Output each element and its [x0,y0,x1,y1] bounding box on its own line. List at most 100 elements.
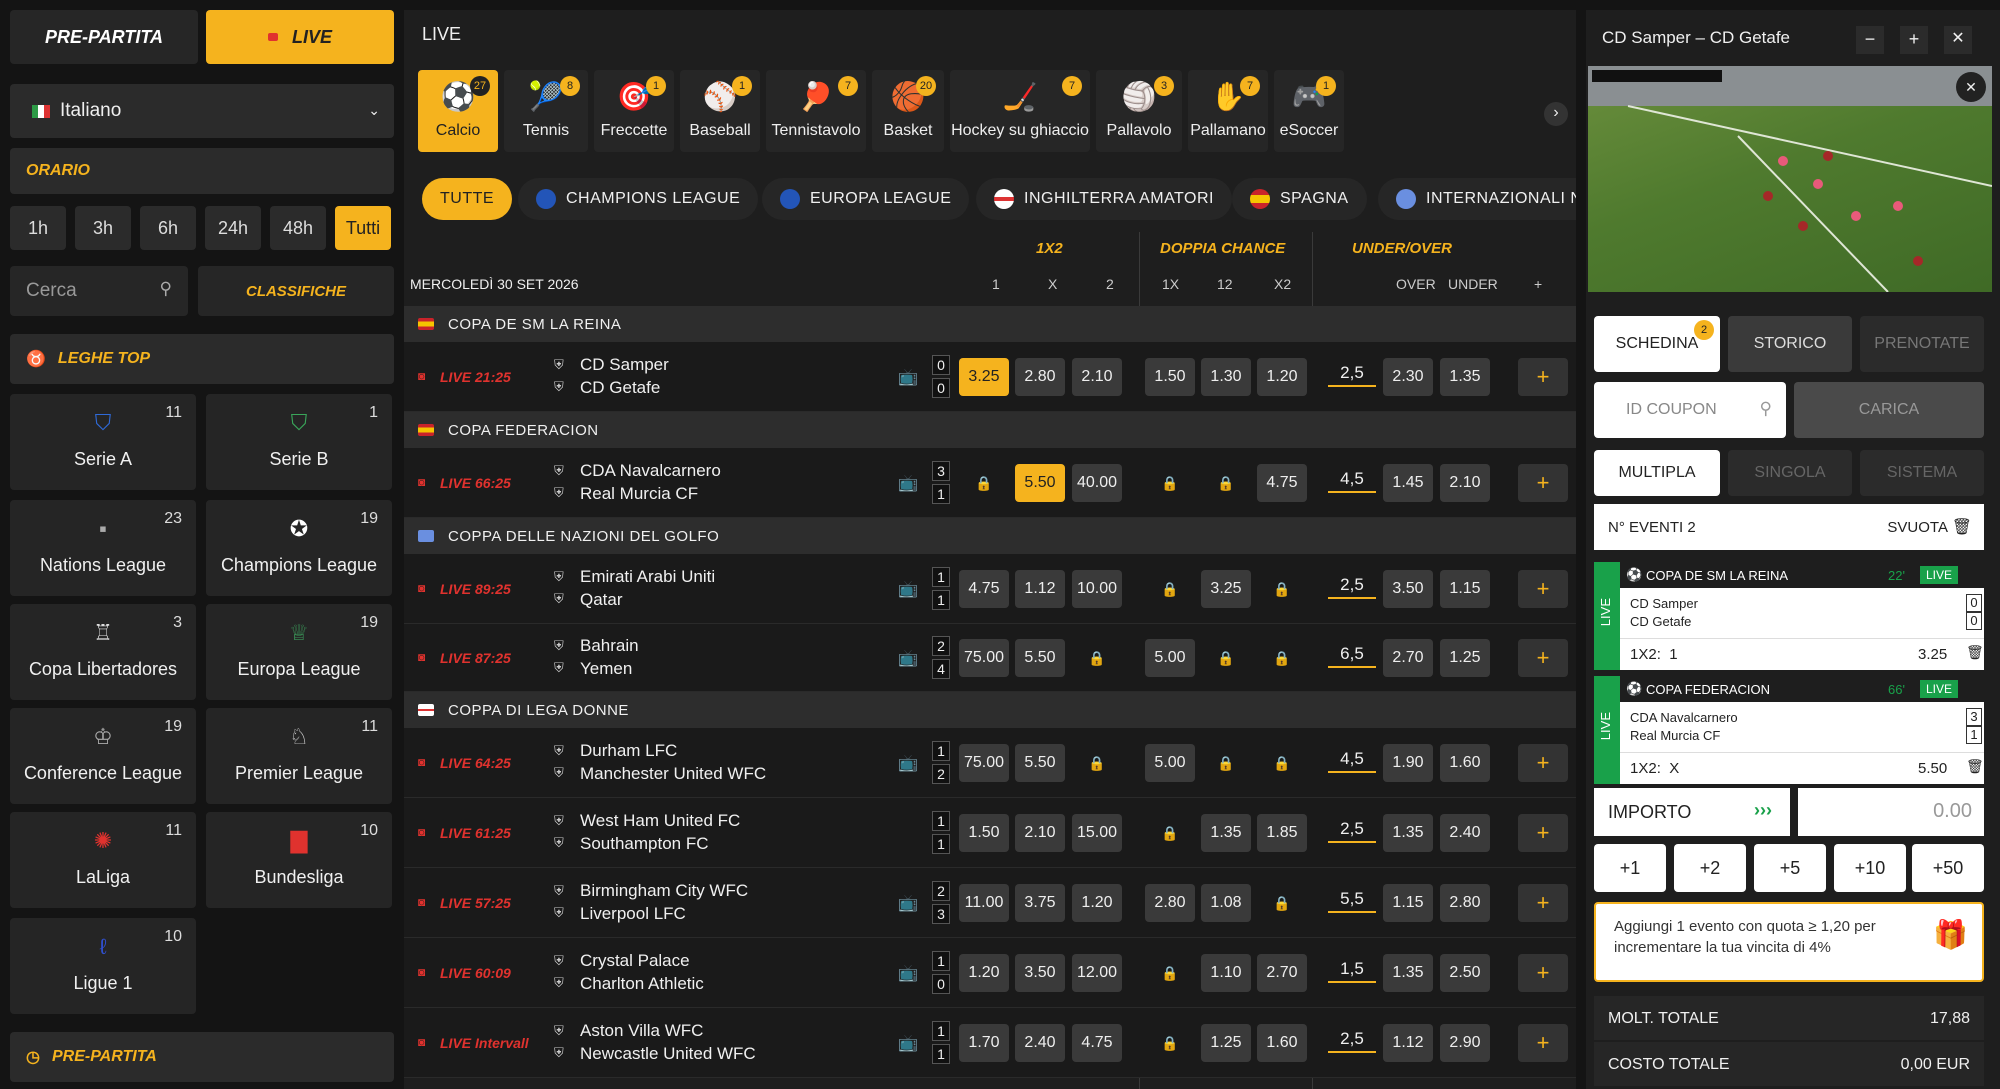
sport-tab-tennistavolo[interactable]: 🏓 Tennistavolo 7 [766,70,866,152]
odd-under[interactable]: 1.35 [1440,358,1490,396]
uo-line-select[interactable]: 2,5 [1328,363,1376,387]
live-tab[interactable]: LIVE [206,10,394,64]
odd-ox[interactable]: 2.40 [1015,1024,1065,1062]
more-markets-button[interactable]: + [1518,954,1568,992]
odd-d12[interactable]: 3.25 [1201,570,1251,608]
league-serie-a[interactable]: ⛉ Serie A 11 [10,394,196,490]
mode-singola[interactable]: SINGOLA [1728,450,1852,496]
odd-over[interactable]: 2.70 [1383,639,1433,677]
odd-d12[interactable]: 1.25 [1201,1024,1251,1062]
sport-tab-pallavolo[interactable]: 🏐 Pallavolo 3 [1096,70,1182,152]
quick-add-10[interactable]: +10 [1834,844,1906,892]
prematch-tab[interactable]: PRE-PARTITA [10,10,198,64]
odd-o1[interactable]: 11.00 [959,884,1009,922]
odd-d1x[interactable]: 5.00 [1145,639,1195,677]
league-bundesliga[interactable]: ▇ Bundesliga 10 [206,812,392,908]
time-filter-3h[interactable]: 3h [75,206,131,250]
tab-prenotate[interactable]: PRENOTATE [1860,316,1984,372]
more-markets-button[interactable]: + [1518,570,1568,608]
odd-under[interactable]: 2.10 [1440,464,1490,502]
odd-d12[interactable]: 1.10 [1201,954,1251,992]
filter-champions-league[interactable]: CHAMPIONS LEAGUE [518,178,759,220]
odd-o2[interactable]: 15.00 [1072,814,1122,852]
odd-under[interactable]: 1.60 [1440,744,1490,782]
odd-d12[interactable]: 1.30 [1201,358,1251,396]
odd-over[interactable]: 1.15 [1383,884,1433,922]
odd-o2[interactable]: 2.10 [1072,358,1122,396]
odd-o1[interactable]: 1.70 [959,1024,1009,1062]
svuota-button[interactable]: SVUOTA [1887,519,1948,536]
uo-line-select[interactable]: 2,5 [1328,819,1376,843]
live-video-player[interactable]: ✕ [1588,66,1992,292]
odd-ox[interactable]: 1.12 [1015,570,1065,608]
uo-line-select[interactable]: 6,5 [1328,644,1376,668]
odd-o1[interactable]: 3.25 [959,358,1009,396]
odd-o2[interactable]: 1.20 [1072,884,1122,922]
odd-o2[interactable]: 12.00 [1072,954,1122,992]
odd-dx2[interactable]: 4.75 [1257,464,1307,502]
league-ligue-1[interactable]: ℓ Ligue 1 10 [10,918,196,1014]
sport-tab-hockey-su-ghiaccio[interactable]: 🏒 Hockey su ghiaccio 7 [950,70,1090,152]
filter-tutte[interactable]: TUTTE [422,178,513,220]
coupon-id-input[interactable]: ID COUPON ⚲ [1594,382,1786,438]
video-close-icon[interactable]: ✕ [1956,72,1986,102]
more-markets-button[interactable]: + [1518,884,1568,922]
odd-under[interactable]: 2.40 [1440,814,1490,852]
odd-ox[interactable]: 2.10 [1015,814,1065,852]
expand-icon[interactable]: + [1900,26,1928,54]
importo-input[interactable]: 0.00 [1798,788,1984,836]
quick-add-1[interactable]: +1 [1594,844,1666,892]
odd-o1[interactable]: 75.00 [959,639,1009,677]
odd-over[interactable]: 1.90 [1383,744,1433,782]
league-premier-league[interactable]: ♘ Premier League 11 [206,708,392,804]
odd-d12[interactable]: 1.35 [1201,814,1251,852]
uo-line-select[interactable]: 1,5 [1328,959,1376,983]
more-markets-button[interactable]: + [1518,814,1568,852]
carica-button[interactable]: CARICA [1794,382,1984,438]
odd-over[interactable]: 1.45 [1383,464,1433,502]
match-row[interactable]: ◙ LIVE 60:09 ⛨ ⛨ Crystal Palace Charlton… [404,938,1576,1008]
trash-icon[interactable]: 🗑 [1952,517,1972,537]
match-row[interactable]: ◙ LIVE 87:25 ⛨ ⛨ Bahrain Yemen 📺 2 4 75.00 5… [404,624,1576,692]
sport-tab-basket[interactable]: 🏀 Basket 20 [872,70,944,152]
filter-spagna[interactable]: SPAGNA [1232,178,1367,220]
uo-line-select[interactable]: 4,5 [1328,469,1376,493]
time-filter-48h[interactable]: 48h [270,206,326,250]
league-conference-league[interactable]: ♔ Conference League 19 [10,708,196,804]
odd-ox[interactable]: 5.50 [1015,639,1065,677]
odd-ox[interactable]: 5.50 [1015,744,1065,782]
close-icon[interactable]: ✕ [1944,26,1972,54]
sport-tab-tennis[interactable]: 🎾 Tennis 8 [504,70,588,152]
odd-dx2[interactable]: 1.85 [1257,814,1307,852]
time-filter-24h[interactable]: 24h [205,206,261,250]
odd-o1[interactable]: 1.50 [959,814,1009,852]
more-markets-button[interactable]: + [1518,639,1568,677]
match-row[interactable]: ◙ LIVE 89:25 ⛨ ⛨ Emirati Arabi Uniti Qat… [404,554,1576,624]
chevron-right-icon[interactable]: › [1544,102,1568,126]
odd-d1x[interactable]: 2.80 [1145,884,1195,922]
tab-schedina[interactable]: SCHEDINA 2 [1594,316,1720,372]
filter-inghilterra-amatori[interactable]: INGHILTERRA AMATORI [976,178,1232,220]
match-row[interactable]: ◙ LIVE 61:25 ⛨ ⛨ West Ham United FC Sout… [404,798,1576,868]
odd-o1[interactable]: 75.00 [959,744,1009,782]
mode-sistema[interactable]: SISTEMA [1860,450,1984,496]
league-copa-libertadores[interactable]: ♖ Copa Libertadores 3 [10,604,196,700]
quick-add-5[interactable]: +5 [1754,844,1826,892]
sport-tab-calcio[interactable]: ⚽ Calcio 27 [418,70,498,152]
league-serie-b[interactable]: ⛉ Serie B 1 [206,394,392,490]
tab-storico[interactable]: STORICO [1728,316,1852,372]
odd-d1x[interactable]: 5.00 [1145,744,1195,782]
match-row[interactable]: ◙ LIVE 21:25 ⛨ ⛨ CD Samper CD Getafe 📺 0 0… [404,342,1576,412]
remove-bet-icon[interactable]: 🗑 [1966,644,1984,661]
uo-line-select[interactable]: 5,5 [1328,889,1376,913]
filter-internazionali[interactable]: INTERNAZIONALI N [1378,178,1576,220]
odd-over[interactable]: 1.35 [1383,814,1433,852]
league-europa-league[interactable]: ♕ Europa League 19 [206,604,392,700]
odd-ox[interactable]: 5.50 [1015,464,1065,502]
sport-tab-freccette[interactable]: 🎯 Freccette 1 [594,70,674,152]
odd-o1[interactable]: 1.20 [959,954,1009,992]
match-row[interactable]: ◙ LIVE 64:25 ⛨ ⛨ Durham LFC Manchester U… [404,728,1576,798]
time-filter-tutti[interactable]: Tutti [335,206,391,250]
time-filter-1h[interactable]: 1h [10,206,66,250]
more-markets-button[interactable]: + [1518,358,1568,396]
